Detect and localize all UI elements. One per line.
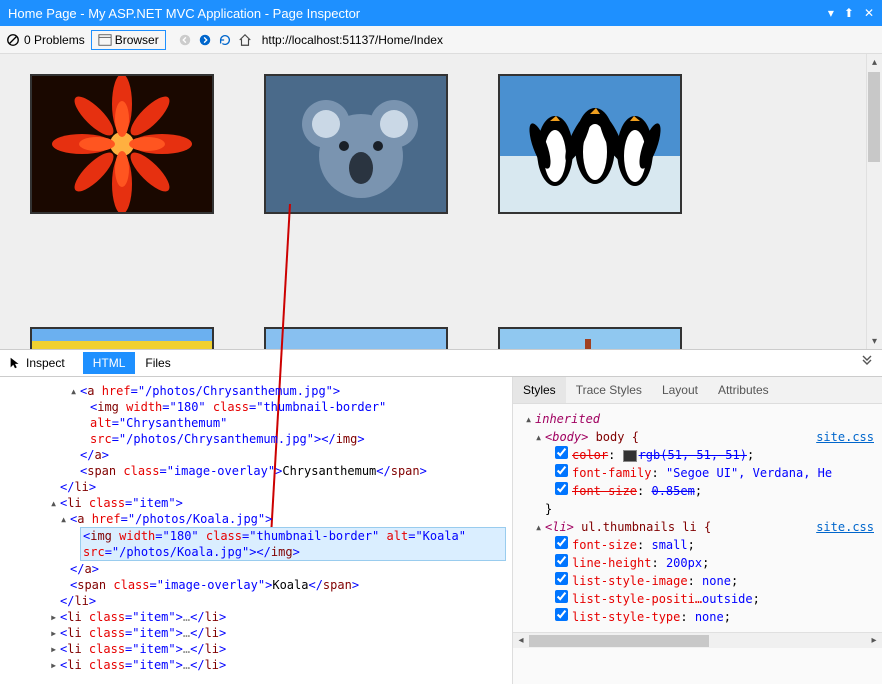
html-tree-panel[interactable]: ▴<a href="/photos/Chrysanthemum.jpg"> <i… (0, 377, 512, 684)
expand-icon[interactable]: ▸ (50, 657, 60, 673)
selected-html-node[interactable]: <img width="180" class="thumbnail-border… (80, 527, 506, 561)
browser-preview: ▴ ▾ (0, 54, 882, 349)
no-problems-icon (6, 33, 20, 47)
browser-icon (98, 33, 112, 47)
window-menu-icon[interactable]: ▾ (828, 6, 834, 20)
cursor-icon (8, 356, 22, 370)
forward-icon[interactable] (198, 33, 212, 47)
thumbnail-row2-2[interactable] (264, 327, 448, 349)
scroll-up-icon[interactable]: ▴ (867, 54, 882, 70)
inspector-tabs: HTML Files (83, 352, 181, 374)
inspector-toolbar: Inspect HTML Files (0, 349, 882, 377)
thumbnail-row2-3[interactable] (498, 327, 682, 349)
inspect-label: Inspect (26, 356, 65, 370)
title-bar: Home Page - My ASP.NET MVC Application -… (0, 0, 882, 26)
styles-tabs: Styles Trace Styles Layout Attributes (513, 377, 882, 404)
problems-indicator[interactable]: 0 Problems (6, 33, 85, 47)
expand-icon[interactable]: ▸ (50, 609, 60, 625)
browser-label: Browser (115, 33, 159, 47)
toolbar: 0 Problems Browser http://localhost:5113… (0, 26, 882, 54)
tab-trace-styles[interactable]: Trace Styles (566, 377, 652, 403)
close-icon[interactable]: ✕ (864, 6, 874, 20)
hscroll-thumb[interactable] (529, 635, 709, 647)
flower-image (32, 76, 212, 212)
tab-html[interactable]: HTML (83, 352, 136, 374)
prop-checkbox[interactable] (555, 482, 568, 495)
back-icon[interactable] (178, 33, 192, 47)
thumbnail-chrysanthemum[interactable] (30, 74, 214, 214)
inspect-button[interactable]: Inspect (8, 356, 65, 370)
prop-checkbox[interactable] (555, 608, 568, 621)
tab-attributes[interactable]: Attributes (708, 377, 779, 403)
collapse-icon[interactable]: ▴ (60, 511, 70, 527)
prop-checkbox[interactable] (555, 464, 568, 477)
penguins-image (500, 76, 680, 212)
scrollbar-thumb[interactable] (868, 72, 880, 162)
file-link[interactable]: site.css (816, 518, 874, 536)
scroll-left-icon[interactable]: ◂ (513, 633, 529, 648)
expand-icon[interactable]: ▸ (50, 625, 60, 641)
styles-panel: Styles Trace Styles Layout Attributes ▴i… (512, 377, 882, 684)
browser-button[interactable]: Browser (91, 30, 166, 50)
styles-body[interactable]: ▴inherited ▴<body> body {site.css color:… (513, 404, 882, 632)
pin-icon[interactable]: ⬆ (844, 6, 854, 20)
inherited-section: inherited (535, 412, 600, 426)
color-swatch (623, 450, 637, 462)
prop-checkbox[interactable] (555, 536, 568, 549)
tab-files[interactable]: Files (135, 352, 180, 374)
inspector-panels: ▴<a href="/photos/Chrysanthemum.jpg"> <i… (0, 377, 882, 684)
home-icon[interactable] (238, 33, 252, 47)
prop-checkbox[interactable] (555, 446, 568, 459)
expand-icon[interactable]: ▸ (50, 641, 60, 657)
prop-checkbox[interactable] (555, 554, 568, 567)
nav-buttons (178, 33, 252, 47)
collapse-icon[interactable]: ▴ (70, 383, 80, 399)
url-bar[interactable]: http://localhost:51137/Home/Index (262, 33, 443, 47)
expand-icon[interactable] (860, 355, 874, 372)
koala-image (266, 76, 446, 212)
thumbnail-koala[interactable] (264, 74, 448, 214)
thumbnail-row2-1[interactable] (30, 327, 214, 349)
preview-scrollbar[interactable]: ▴ ▾ (866, 54, 882, 349)
tab-layout[interactable]: Layout (652, 377, 708, 403)
prop-checkbox[interactable] (555, 572, 568, 585)
scroll-down-icon[interactable]: ▾ (867, 333, 882, 349)
thumbnail-penguins[interactable] (498, 74, 682, 214)
collapse-icon[interactable]: ▴ (50, 495, 60, 511)
scroll-right-icon[interactable]: ▸ (866, 633, 882, 648)
prop-checkbox[interactable] (555, 590, 568, 603)
styles-hscroll[interactable]: ◂ ▸ (513, 632, 882, 648)
tab-styles[interactable]: Styles (513, 377, 566, 403)
file-link[interactable]: site.css (816, 428, 874, 446)
problems-count: 0 Problems (24, 33, 85, 47)
window-controls: ▾ ⬆ ✕ (828, 6, 874, 20)
window-title: Home Page - My ASP.NET MVC Application -… (8, 6, 360, 21)
refresh-icon[interactable] (218, 33, 232, 47)
